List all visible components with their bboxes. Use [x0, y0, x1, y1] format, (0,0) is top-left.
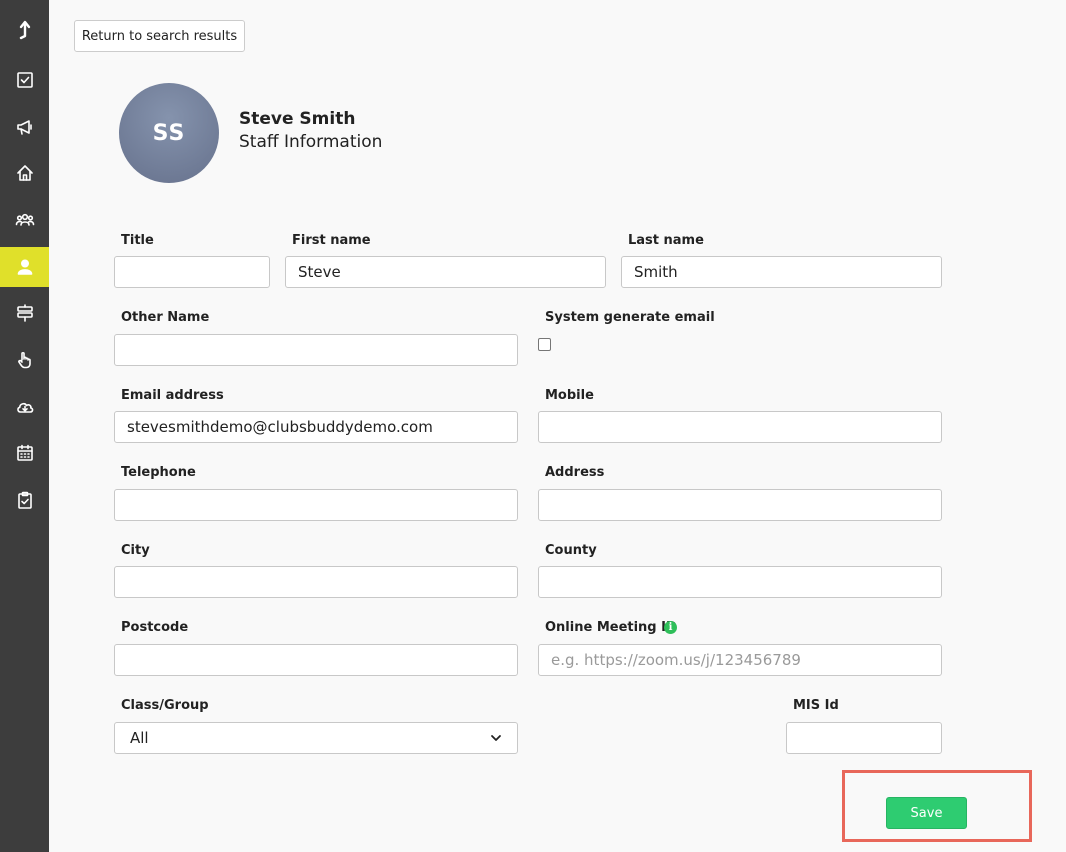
sidebar-item-calendar[interactable] — [0, 433, 49, 473]
clipboard-check-icon — [17, 491, 32, 509]
county-input[interactable] — [538, 566, 942, 598]
page-subtitle: Staff Information — [239, 132, 383, 152]
calendar-icon — [16, 444, 33, 461]
telephone-input[interactable] — [114, 489, 518, 521]
address-input[interactable] — [538, 489, 942, 521]
avatar-initials: SS — [152, 120, 186, 146]
home-icon — [16, 165, 33, 181]
first-name-label: First name — [292, 233, 371, 248]
sidebar-item-downloads[interactable] — [0, 387, 49, 427]
city-input[interactable] — [114, 566, 518, 598]
title-label: Title — [121, 233, 154, 248]
county-label: County — [545, 543, 597, 558]
sidebar-item-registers[interactable] — [0, 480, 49, 520]
sidebar-item-upload[interactable] — [0, 10, 49, 50]
first-name-input[interactable] — [285, 256, 606, 288]
save-button[interactable]: Save — [886, 797, 967, 829]
online-meeting-id-label: Online Meeting ID — [545, 620, 677, 635]
system-generate-email-label: System generate email — [545, 310, 715, 325]
group-icon — [15, 213, 34, 226]
sidebar-item-announcements[interactable] — [0, 107, 49, 147]
postcode-input[interactable] — [114, 644, 518, 676]
email-field[interactable] — [114, 411, 518, 443]
sidebar-item-staff[interactable] — [0, 247, 49, 287]
last-name-input[interactable] — [621, 256, 942, 288]
online-meeting-id-input[interactable] — [538, 644, 942, 676]
avatar: SS — [119, 83, 219, 183]
title-input[interactable] — [114, 256, 270, 288]
sidebar-item-home[interactable] — [0, 153, 49, 193]
sidebar-item-activities[interactable] — [0, 340, 49, 380]
staff-name: Steve Smith — [239, 109, 356, 129]
class-group-select[interactable]: All — [114, 722, 518, 754]
mobile-label: Mobile — [545, 388, 594, 403]
sidebar-item-groups[interactable] — [0, 200, 49, 240]
class-group-selected: All — [130, 729, 149, 747]
sidebar-item-tasks[interactable] — [0, 60, 49, 100]
sidebar-item-signpost[interactable] — [0, 293, 49, 333]
address-label: Address — [545, 465, 605, 480]
sidebar — [0, 0, 49, 852]
other-name-label: Other Name — [121, 310, 210, 325]
mis-id-input[interactable] — [786, 722, 942, 754]
return-to-search-button[interactable]: Return to search results — [74, 20, 245, 52]
cloud-download-icon — [16, 402, 33, 413]
megaphone-icon — [16, 120, 32, 135]
mis-id-label: MIS Id — [793, 698, 839, 713]
user-icon — [17, 259, 32, 275]
postcode-label: Postcode — [121, 620, 189, 635]
other-name-input[interactable] — [114, 334, 518, 366]
city-label: City — [121, 543, 150, 558]
system-generate-email-checkbox[interactable] — [538, 338, 551, 351]
mobile-input[interactable] — [538, 411, 942, 443]
telephone-label: Telephone — [121, 465, 196, 480]
chevron-down-icon — [491, 735, 501, 741]
hand-pointer-icon — [17, 351, 31, 369]
checkbox-icon — [16, 72, 33, 88]
upload-arrow-icon — [19, 20, 30, 40]
signpost-icon — [16, 304, 33, 322]
class-group-label: Class/Group — [121, 698, 209, 713]
info-icon[interactable]: i — [664, 621, 677, 634]
email-label: Email address — [121, 388, 224, 403]
last-name-label: Last name — [628, 233, 704, 248]
